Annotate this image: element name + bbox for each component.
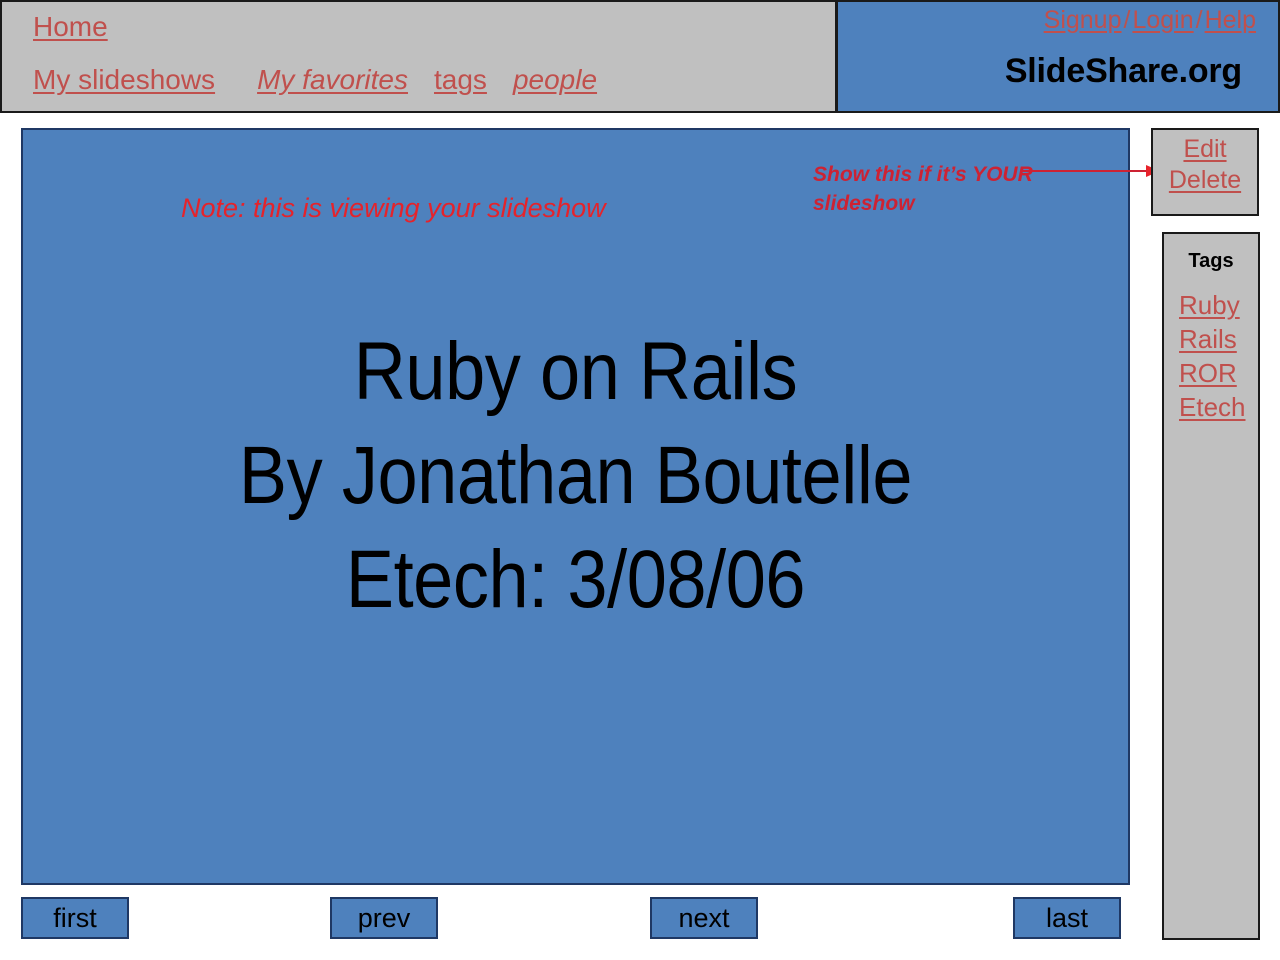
site-logo-text: SlideShare.org <box>1004 52 1242 90</box>
nav-row-primary: Home <box>33 10 108 44</box>
delete-link[interactable]: Delete <box>1153 165 1257 196</box>
slide-author-line: By Jonathan Boutelle <box>238 430 913 521</box>
nav-link-tags[interactable]: tags <box>434 64 487 95</box>
account-links: Signup/Login/Help <box>1044 5 1256 35</box>
nav-link-my-slideshows[interactable]: My slideshows <box>33 64 215 95</box>
account-link-signup[interactable]: Signup <box>1044 6 1122 34</box>
owner-actions-box: Edit Delete <box>1151 128 1259 216</box>
owner-actions-annotation: Show this if it’s YOUR slideshow <box>813 163 1033 215</box>
nav-link-people[interactable]: people <box>513 64 597 95</box>
nav-link-my-favorites[interactable]: My favorites <box>257 64 408 95</box>
tags-panel: Tags Ruby Rails ROR Etech <box>1162 232 1260 940</box>
slide-event-line: Etech: 3/08/06 <box>345 534 806 625</box>
slide-note-annotation: Note: this is viewing your slideshow <box>181 193 606 223</box>
account-link-separator: / <box>1123 6 1131 34</box>
tag-link-rails[interactable]: Rails <box>1179 322 1258 356</box>
account-link-help[interactable]: Help <box>1205 6 1256 34</box>
tag-link-etech[interactable]: Etech <box>1179 390 1258 424</box>
brand-panel: Signup/Login/Help SlideShare.org <box>837 0 1280 113</box>
account-link-login[interactable]: Login <box>1132 6 1193 34</box>
tags-panel-title: Tags <box>1188 250 1234 272</box>
previous-slide-button[interactable]: prev <box>330 897 438 939</box>
account-link-separator: / <box>1195 6 1203 34</box>
navigation-panel: Home My slideshows My favorites tags people <box>0 0 837 113</box>
tag-link-ruby[interactable]: Ruby <box>1179 288 1258 322</box>
site-header: Home My slideshows My favorites tags people… <box>0 0 1280 115</box>
slide-viewer[interactable]: Note: this is viewing your slideshow Sho… <box>21 128 1160 885</box>
nav-row-secondary: My slideshows My favorites tags people <box>33 63 597 97</box>
tags-list: Ruby Rails ROR Etech <box>1164 288 1258 424</box>
first-slide-button[interactable]: first <box>21 897 129 939</box>
nav-link-home[interactable]: Home <box>33 11 108 42</box>
tag-link-ror[interactable]: ROR <box>1179 356 1258 390</box>
slide-title-line: Ruby on Rails <box>353 326 798 417</box>
next-slide-button[interactable]: next <box>650 897 758 939</box>
edit-link[interactable]: Edit <box>1153 134 1257 165</box>
slide-content: Ruby on Rails By Jonathan Boutelle Etech… <box>23 320 1128 632</box>
last-slide-button[interactable]: last <box>1013 897 1121 939</box>
annotation-arrow-icon <box>1020 165 1160 177</box>
